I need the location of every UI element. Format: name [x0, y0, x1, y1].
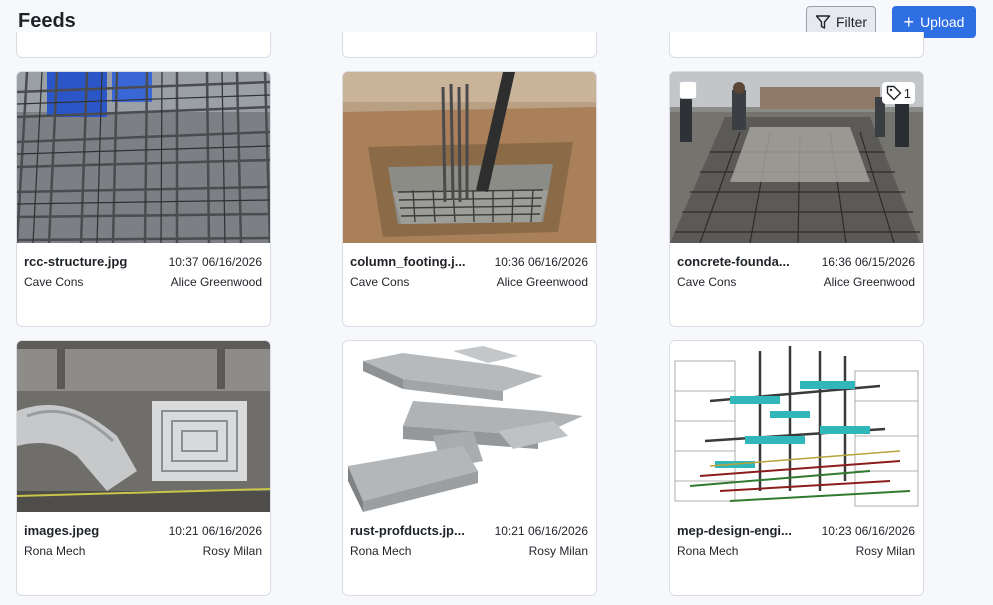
column-footing-photo[interactable]: [343, 72, 596, 243]
hvac-duct-photo[interactable]: [17, 341, 270, 512]
upload-label: Upload: [920, 14, 965, 30]
card-timestamp: 10:37 06/16/2026: [168, 255, 262, 269]
card-company: Rona Mech: [350, 544, 412, 558]
card-timestamp: 10:21 06/16/2026: [494, 524, 588, 538]
card-filename: column_footing.j...: [350, 254, 466, 269]
select-checkbox[interactable]: [679, 81, 697, 99]
mep-model-render[interactable]: [670, 341, 923, 512]
card-user: Rosy Milan: [855, 544, 915, 558]
card-company: Rona Mech: [677, 544, 739, 558]
card-user: Alice Greenwood: [496, 275, 588, 289]
card-user: Rosy Milan: [202, 544, 262, 558]
card-user: Rosy Milan: [528, 544, 588, 558]
card-partial[interactable]: [669, 32, 924, 58]
card-timestamp: 16:36 06/15/2026: [821, 255, 915, 269]
card-company: Rona Mech: [24, 544, 86, 558]
rebar-cage-photo[interactable]: [17, 72, 270, 243]
card-company: Cave Cons: [677, 275, 737, 289]
feed-card[interactable]: column_footing.j... 10:36 06/16/2026 Cav…: [342, 71, 597, 327]
card-user: Alice Greenwood: [170, 275, 262, 289]
feed-card[interactable]: rust-profducts.jp... 10:21 06/16/2026 Ro…: [342, 340, 597, 596]
feed-card[interactable]: mep-design-engi... 10:23 06/16/2026 Rona…: [669, 340, 924, 596]
card-timestamp: 10:36 06/16/2026: [494, 255, 588, 269]
card-timestamp: 10:23 06/16/2026: [821, 524, 915, 538]
tag-icon: [886, 85, 901, 101]
card-partial[interactable]: [342, 32, 597, 58]
card-filename: rust-profducts.jp...: [350, 523, 465, 538]
card-user: Alice Greenwood: [823, 275, 915, 289]
card-filename: mep-design-engi...: [677, 523, 792, 538]
card-filename: rcc-structure.jpg: [24, 254, 128, 269]
feed-card[interactable]: rcc-structure.jpg 10:37 06/16/2026 Cave …: [16, 71, 271, 327]
plus-icon: +: [903, 12, 915, 32]
feed-card[interactable]: 1 concrete-founda... 16:36 06/15/2026 Ca…: [669, 71, 924, 327]
filter-icon: [815, 15, 831, 29]
card-company: Cave Cons: [350, 275, 410, 289]
filter-label: Filter: [835, 14, 868, 30]
card-filename: concrete-founda...: [677, 254, 790, 269]
card-company: Cave Cons: [24, 275, 84, 289]
feed-card[interactable]: images.jpeg 10:21 06/16/2026 Rona Mech R…: [16, 340, 271, 596]
page-title: Feeds: [18, 10, 76, 32]
tag-badge[interactable]: 1: [881, 82, 915, 104]
tag-count: 1: [903, 85, 911, 101]
card-filename: images.jpeg: [24, 523, 100, 538]
card-partial[interactable]: [16, 32, 271, 58]
card-timestamp: 10:21 06/16/2026: [168, 524, 262, 538]
duct-render[interactable]: [343, 341, 596, 512]
